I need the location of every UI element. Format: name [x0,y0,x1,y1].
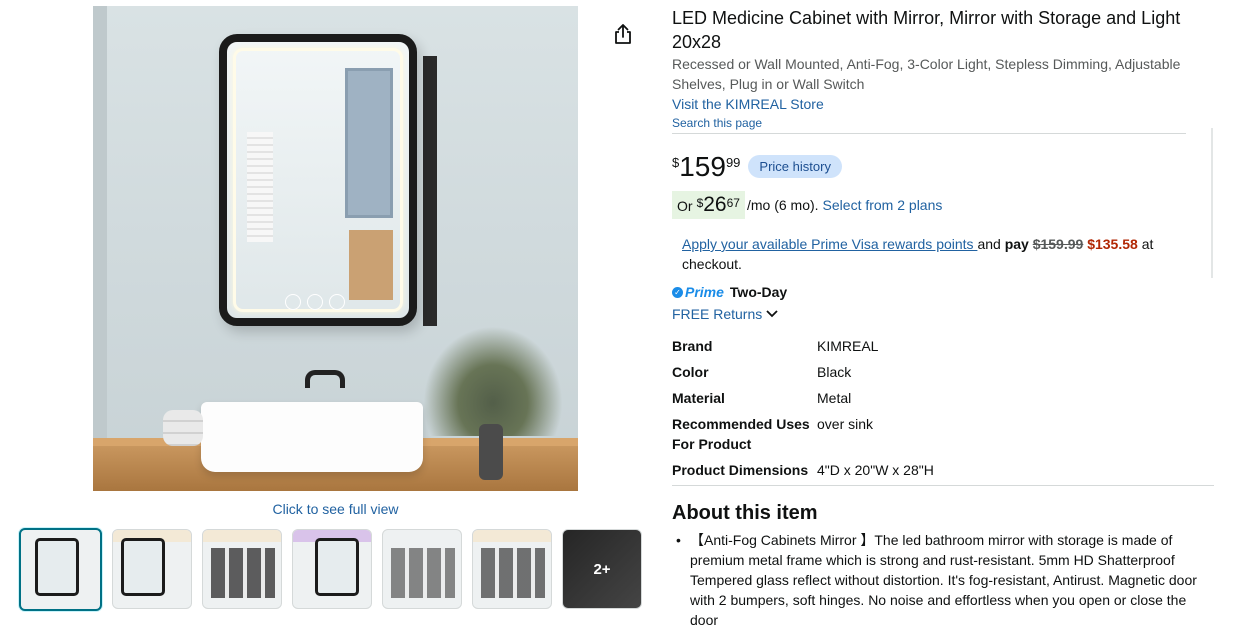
installment-or: Or [677,198,693,214]
image-led-strip [233,48,403,312]
price-whole: 159 [679,151,726,182]
free-returns-label: FREE Returns [672,306,763,322]
image-touch-icons [285,294,345,310]
thumbnail-grid [481,548,545,598]
spec-value: 4"D x 20"W x 28"H [817,462,934,478]
image-vase [479,424,503,480]
installment-symbol: $ [696,196,704,210]
spec-key: Brand [672,338,713,354]
installment-fraction: 67 [726,196,740,210]
two-day-label: Two-Day [729,284,788,300]
thumbnail-mirror [315,538,359,596]
image-cabinet-side [423,56,437,326]
spec-table: Brand KIMREAL Color Black Material Metal… [672,336,1117,486]
free-returns-link[interactable]: FREE Returns [672,306,778,322]
image-faucet [305,370,345,388]
spec-key: Product Dimensions [672,462,809,478]
spec-value: Black [817,364,852,380]
prime-visa-new-price: $135.58 [1087,236,1138,252]
installment-whole: 26 [703,193,727,216]
about-this-item-heading: About this item [672,502,818,524]
prime-logo: Prime [685,284,724,300]
price-fraction: 99 [725,155,741,170]
chevron-down-icon [766,310,778,318]
spec-key: Color [672,364,709,380]
thumbnail-strip: 2+ [19,528,642,611]
search-this-page-link[interactable]: Search this page [672,116,762,130]
spec-row-recommended-uses: Recommended Uses For Product over sink [672,414,1117,454]
spec-row-dimensions: Product Dimensions 4"D x 20"W x 28"H [672,460,1117,480]
spec-row-brand: Brand KIMREAL [672,336,1117,356]
thumbnail-banner [203,530,281,542]
spec-row-color: Color Black [672,362,1117,382]
thumbnail-mirror [121,538,165,596]
thumbnail-2[interactable] [112,529,192,609]
prime-delivery: ✓ Prime Two-Day [672,284,787,300]
divider [672,485,1214,486]
thumbnail-3[interactable] [202,529,282,609]
thumbnail-banner [473,530,551,542]
thumbnail-mirror [35,538,79,596]
prime-visa-pay: pay [1004,236,1029,252]
click-to-see-full-view[interactable]: Click to see full view [93,501,578,517]
price-symbol: $ [672,155,680,170]
thumbnail-grid [391,548,455,598]
installment-price-box: Or $ 26 67 [672,191,745,219]
about-bullet-list: 【Anti-Fog Cabinets Mirror 】The led bathr… [672,530,1212,634]
prime-visa-and: and [977,236,1005,252]
installment-offer: Or $ 26 67 /mo (6 mo). Select from 2 pla… [672,191,942,219]
thumbnail-4[interactable] [292,529,372,609]
spec-key: Material [672,390,725,406]
prime-visa-offer: Apply your available Prime Visa rewards … [682,234,1202,274]
thumbnail-6[interactable] [472,529,552,609]
scrollbar[interactable] [1211,128,1213,278]
product-title: LED Medicine Cabinet with Mirror, Mirror… [672,8,1181,52]
price: $ 159 99 Price history [672,152,842,182]
installment-term: /mo (6 mo). [746,197,819,213]
product-info: LED Medicine Cabinet with Mirror, Mirror… [672,6,1217,132]
share-icon [615,24,631,44]
product-subtitle: Recessed or Wall Mounted, Anti-Fog, 3-Co… [672,56,1181,92]
about-bullet: 【Anti-Fog Cabinets Mirror 】The led bathr… [672,530,1212,630]
image-sink [201,402,423,472]
image-plant [423,326,563,436]
spec-value: Metal [817,390,852,406]
spec-key: Recommended Uses For Product [672,416,810,452]
thumbnail-more-count: 2+ [563,530,641,608]
share-button[interactable] [609,20,637,48]
prime-visa-rewards-link[interactable]: Apply your available Prime Visa rewards … [682,236,977,252]
thumbnail-grid [211,548,275,598]
spec-row-material: Material Metal [672,388,1117,408]
image-rolled-towels [163,410,203,446]
thumbnail-1[interactable] [19,528,102,611]
spec-value: KIMREAL [817,338,879,354]
spec-value: over sink [817,416,874,432]
thumbnail-5[interactable] [382,529,462,609]
divider [672,133,1186,134]
main-product-image[interactable] [93,6,578,491]
price-history-button[interactable]: Price history [748,155,842,178]
thumbnail-more[interactable]: 2+ [562,529,642,609]
prime-check-icon: ✓ [672,286,683,298]
store-link[interactable]: Visit the KIMREAL Store [672,94,824,114]
select-plans-link[interactable]: Select from 2 plans [823,197,943,213]
image-wall-shadow [93,6,107,491]
image-led-mirror [219,34,417,326]
prime-visa-old-price: $159.99 [1032,236,1084,252]
